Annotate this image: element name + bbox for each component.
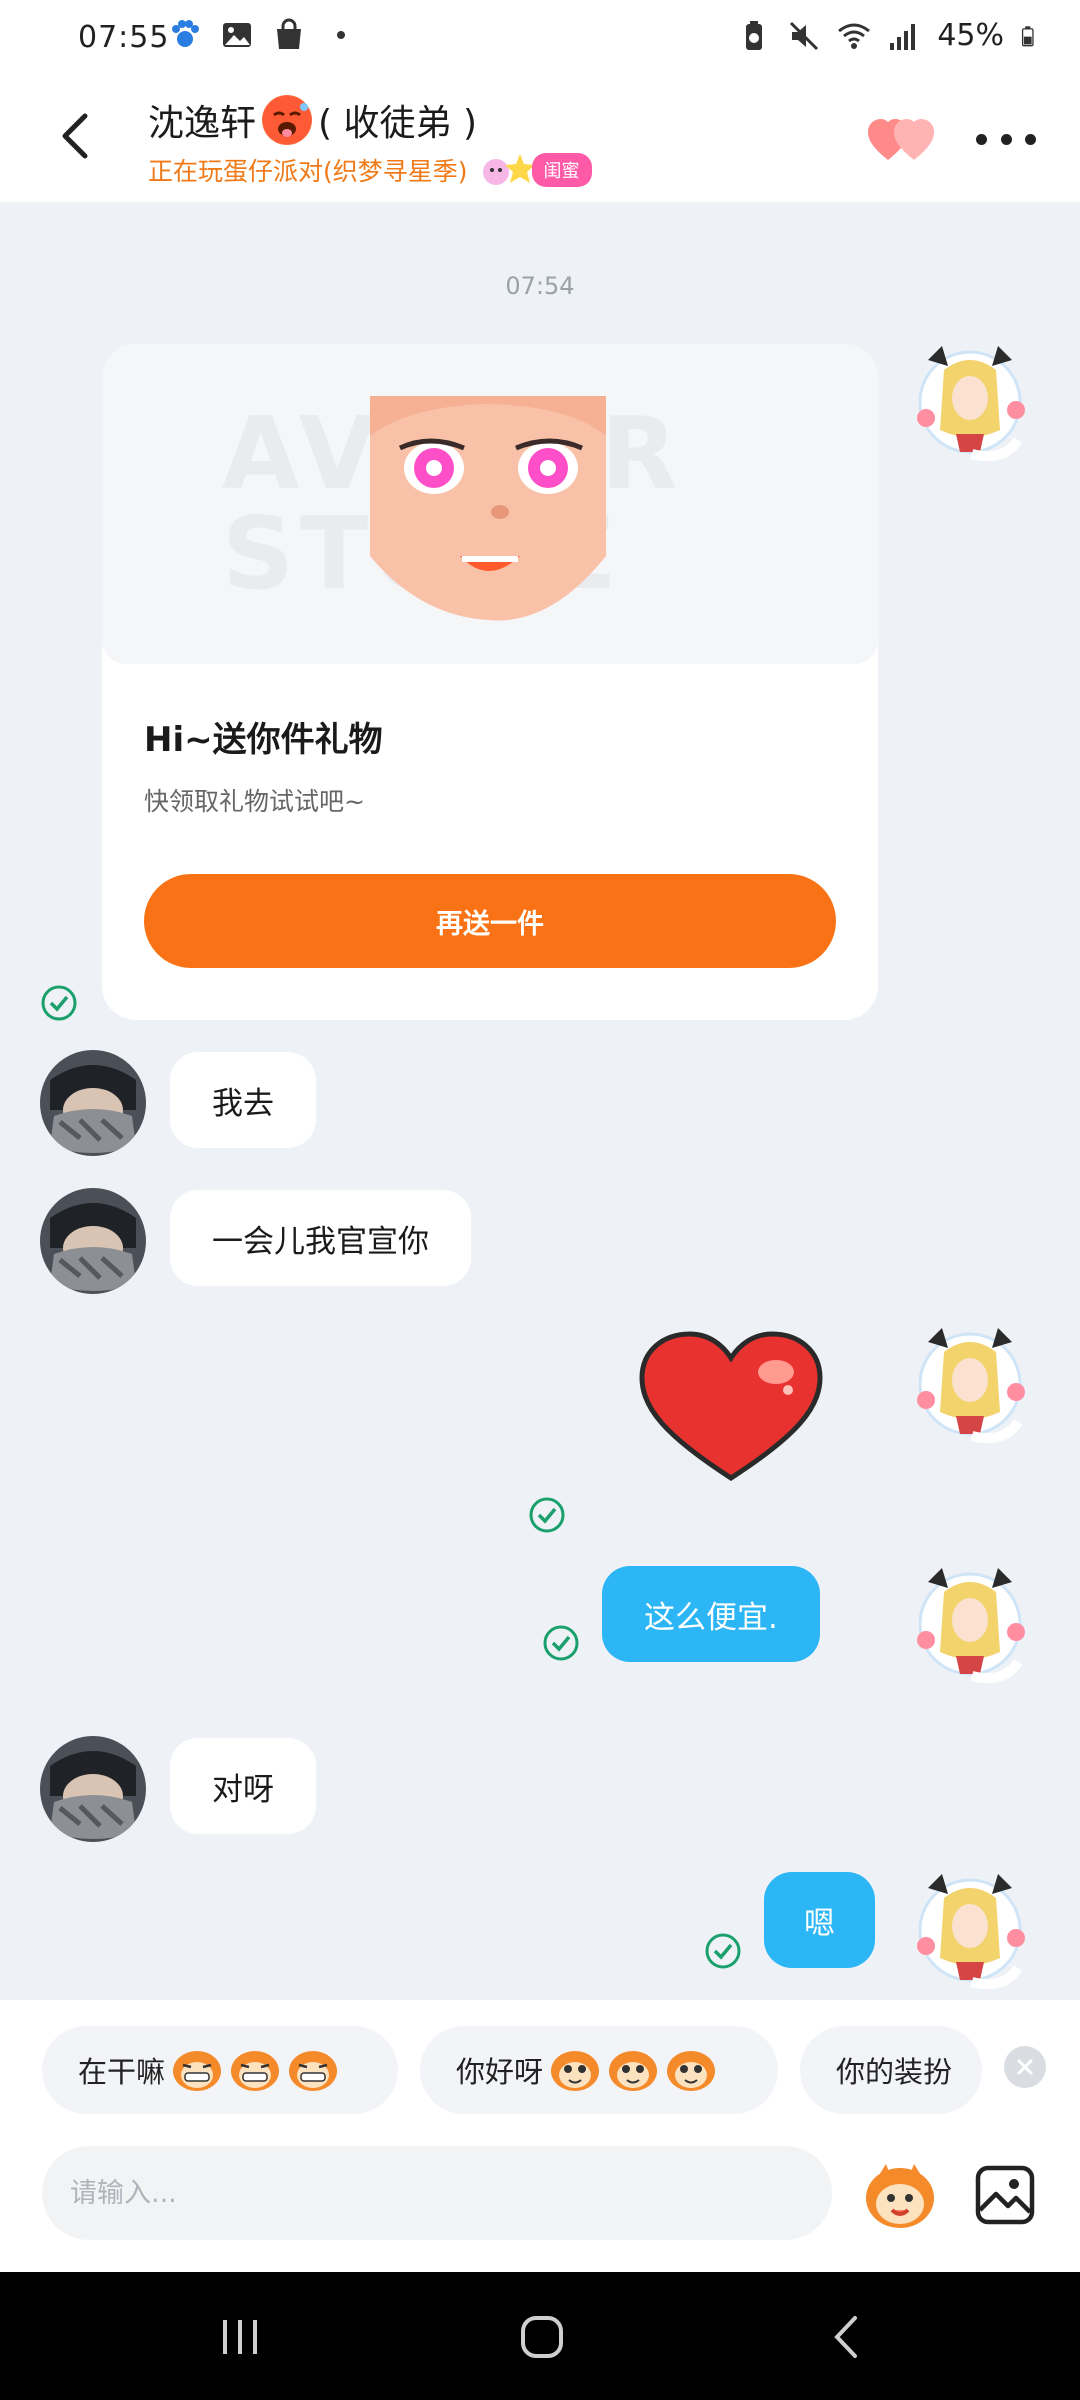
smile-monkey-icon bbox=[551, 2051, 600, 2091]
gift-banner: AVATAR STORE bbox=[102, 344, 878, 664]
quick-reply-chip[interactable]: 在干嘛 bbox=[42, 2026, 398, 2114]
contact-status: 正在玩蛋仔派对(织梦寻星季) 闺蜜 bbox=[148, 150, 592, 190]
self-avatar[interactable] bbox=[908, 1868, 1032, 1992]
signal-icon bbox=[890, 23, 916, 50]
mute-icon bbox=[790, 21, 819, 50]
contact-name: 沈逸轩 bbox=[148, 103, 257, 144]
smile-monkey-icon bbox=[667, 2051, 716, 2091]
badge-label: 闺蜜 bbox=[531, 153, 592, 187]
more-icon bbox=[976, 133, 987, 145]
send-another-gift-button[interactable]: 再送一件 bbox=[144, 874, 836, 968]
quick-reply-chip[interactable]: 你好呀 bbox=[420, 2026, 778, 2114]
read-check-icon bbox=[705, 1933, 741, 1969]
contact-avatar[interactable] bbox=[40, 1050, 146, 1156]
system-navigation-bar bbox=[0, 2272, 1080, 2400]
contact-avatar[interactable] bbox=[40, 1188, 146, 1294]
read-check-icon bbox=[529, 1497, 565, 1533]
close-quick-replies-button[interactable] bbox=[1004, 2046, 1046, 2088]
quick-reply-chip[interactable]: 你的装扮 bbox=[800, 2026, 982, 2114]
read-check-icon bbox=[543, 1625, 579, 1661]
self-avatar[interactable] bbox=[908, 1322, 1032, 1446]
recent-apps-icon bbox=[223, 2320, 257, 2354]
grin-monkey-icon bbox=[289, 2051, 338, 2091]
status-bar: 07:55 45% bbox=[0, 0, 1080, 80]
home-icon bbox=[521, 2316, 563, 2358]
grin-monkey-icon bbox=[173, 2051, 222, 2091]
grin-monkey-icon bbox=[231, 2051, 280, 2091]
self-avatar[interactable] bbox=[908, 340, 1032, 464]
playing-status: 正在玩蛋仔派对(织梦寻星季) bbox=[148, 157, 468, 186]
gallery-icon bbox=[223, 23, 251, 47]
chat-title[interactable]: 沈逸轩 ( 收徒弟 ) bbox=[148, 94, 477, 146]
message-bubble[interactable]: 我去 bbox=[170, 1052, 316, 1148]
home-button[interactable] bbox=[512, 2312, 572, 2362]
relationship-badge: 闺蜜 bbox=[478, 150, 592, 190]
battery-saver-icon bbox=[746, 20, 763, 50]
hearts-icon[interactable] bbox=[868, 116, 938, 166]
smile-monkey-icon bbox=[609, 2051, 658, 2091]
system-status: 45% bbox=[737, 18, 1042, 53]
close-icon bbox=[1017, 2059, 1033, 2075]
message-bubble[interactable]: 对呀 bbox=[170, 1738, 316, 1834]
quick-reply-text: 你的装扮 bbox=[836, 2055, 953, 2089]
notification-icons bbox=[168, 18, 358, 52]
read-check-icon bbox=[41, 985, 77, 1021]
more-button[interactable] bbox=[976, 124, 1036, 154]
emoji-sticker-button[interactable] bbox=[862, 2158, 938, 2234]
back-icon bbox=[62, 113, 88, 159]
system-back-button[interactable] bbox=[816, 2312, 876, 2362]
star-pets-icon bbox=[482, 154, 535, 185]
message-timestamp: 07:54 bbox=[505, 272, 575, 300]
self-avatar[interactable] bbox=[908, 1562, 1032, 1686]
gift-title: Hi~送你件礼物 bbox=[144, 720, 383, 760]
quick-reply-text: 在干嘛 bbox=[78, 2055, 166, 2089]
avatar-face-image bbox=[370, 396, 606, 621]
back-button[interactable] bbox=[44, 106, 104, 166]
quick-reply-text: 你好呀 bbox=[456, 2055, 544, 2089]
message-bubble[interactable]: 这么便宜. bbox=[602, 1566, 820, 1662]
image-picker-button[interactable] bbox=[974, 2164, 1036, 2226]
recent-apps-button[interactable] bbox=[210, 2312, 270, 2362]
message-bubble[interactable]: 一会儿我官宣你 bbox=[170, 1190, 471, 1286]
hot-face-emoji-icon bbox=[262, 95, 313, 145]
system-back-icon bbox=[834, 2316, 857, 2358]
contact-avatar[interactable] bbox=[40, 1736, 146, 1842]
battery-icon bbox=[1021, 25, 1034, 46]
message-input[interactable] bbox=[42, 2146, 832, 2240]
chat-screen: 07:55 45% 沈逸轩 (收徒弟) 正在玩蛋仔派对(织梦寻星季) 闺蜜 … bbox=[0, 0, 1080, 2400]
dot-icon bbox=[337, 31, 345, 39]
chat-header: 沈逸轩 ( 收徒弟 ) 正在玩蛋仔派对(织梦寻星季) 闺蜜 bbox=[0, 80, 1080, 202]
message-bubble[interactable]: 嗯 bbox=[764, 1872, 875, 1968]
status-time: 07:55 bbox=[78, 20, 170, 55]
gift-card[interactable]: AVATAR STORE Hi~送你件礼物 快领取礼物试试吧~ 再送一件 bbox=[102, 344, 878, 1020]
gift-subtitle: 快领取礼物试试吧~ bbox=[144, 787, 365, 816]
wifi-icon bbox=[838, 23, 871, 49]
paw-icon bbox=[172, 20, 199, 47]
shopping-bag-icon bbox=[277, 18, 301, 49]
battery-percent: 45% bbox=[937, 18, 1004, 53]
heart-sticker-icon[interactable] bbox=[636, 1328, 826, 1488]
contact-name-suffix: ( 收徒弟 ) bbox=[318, 103, 477, 144]
